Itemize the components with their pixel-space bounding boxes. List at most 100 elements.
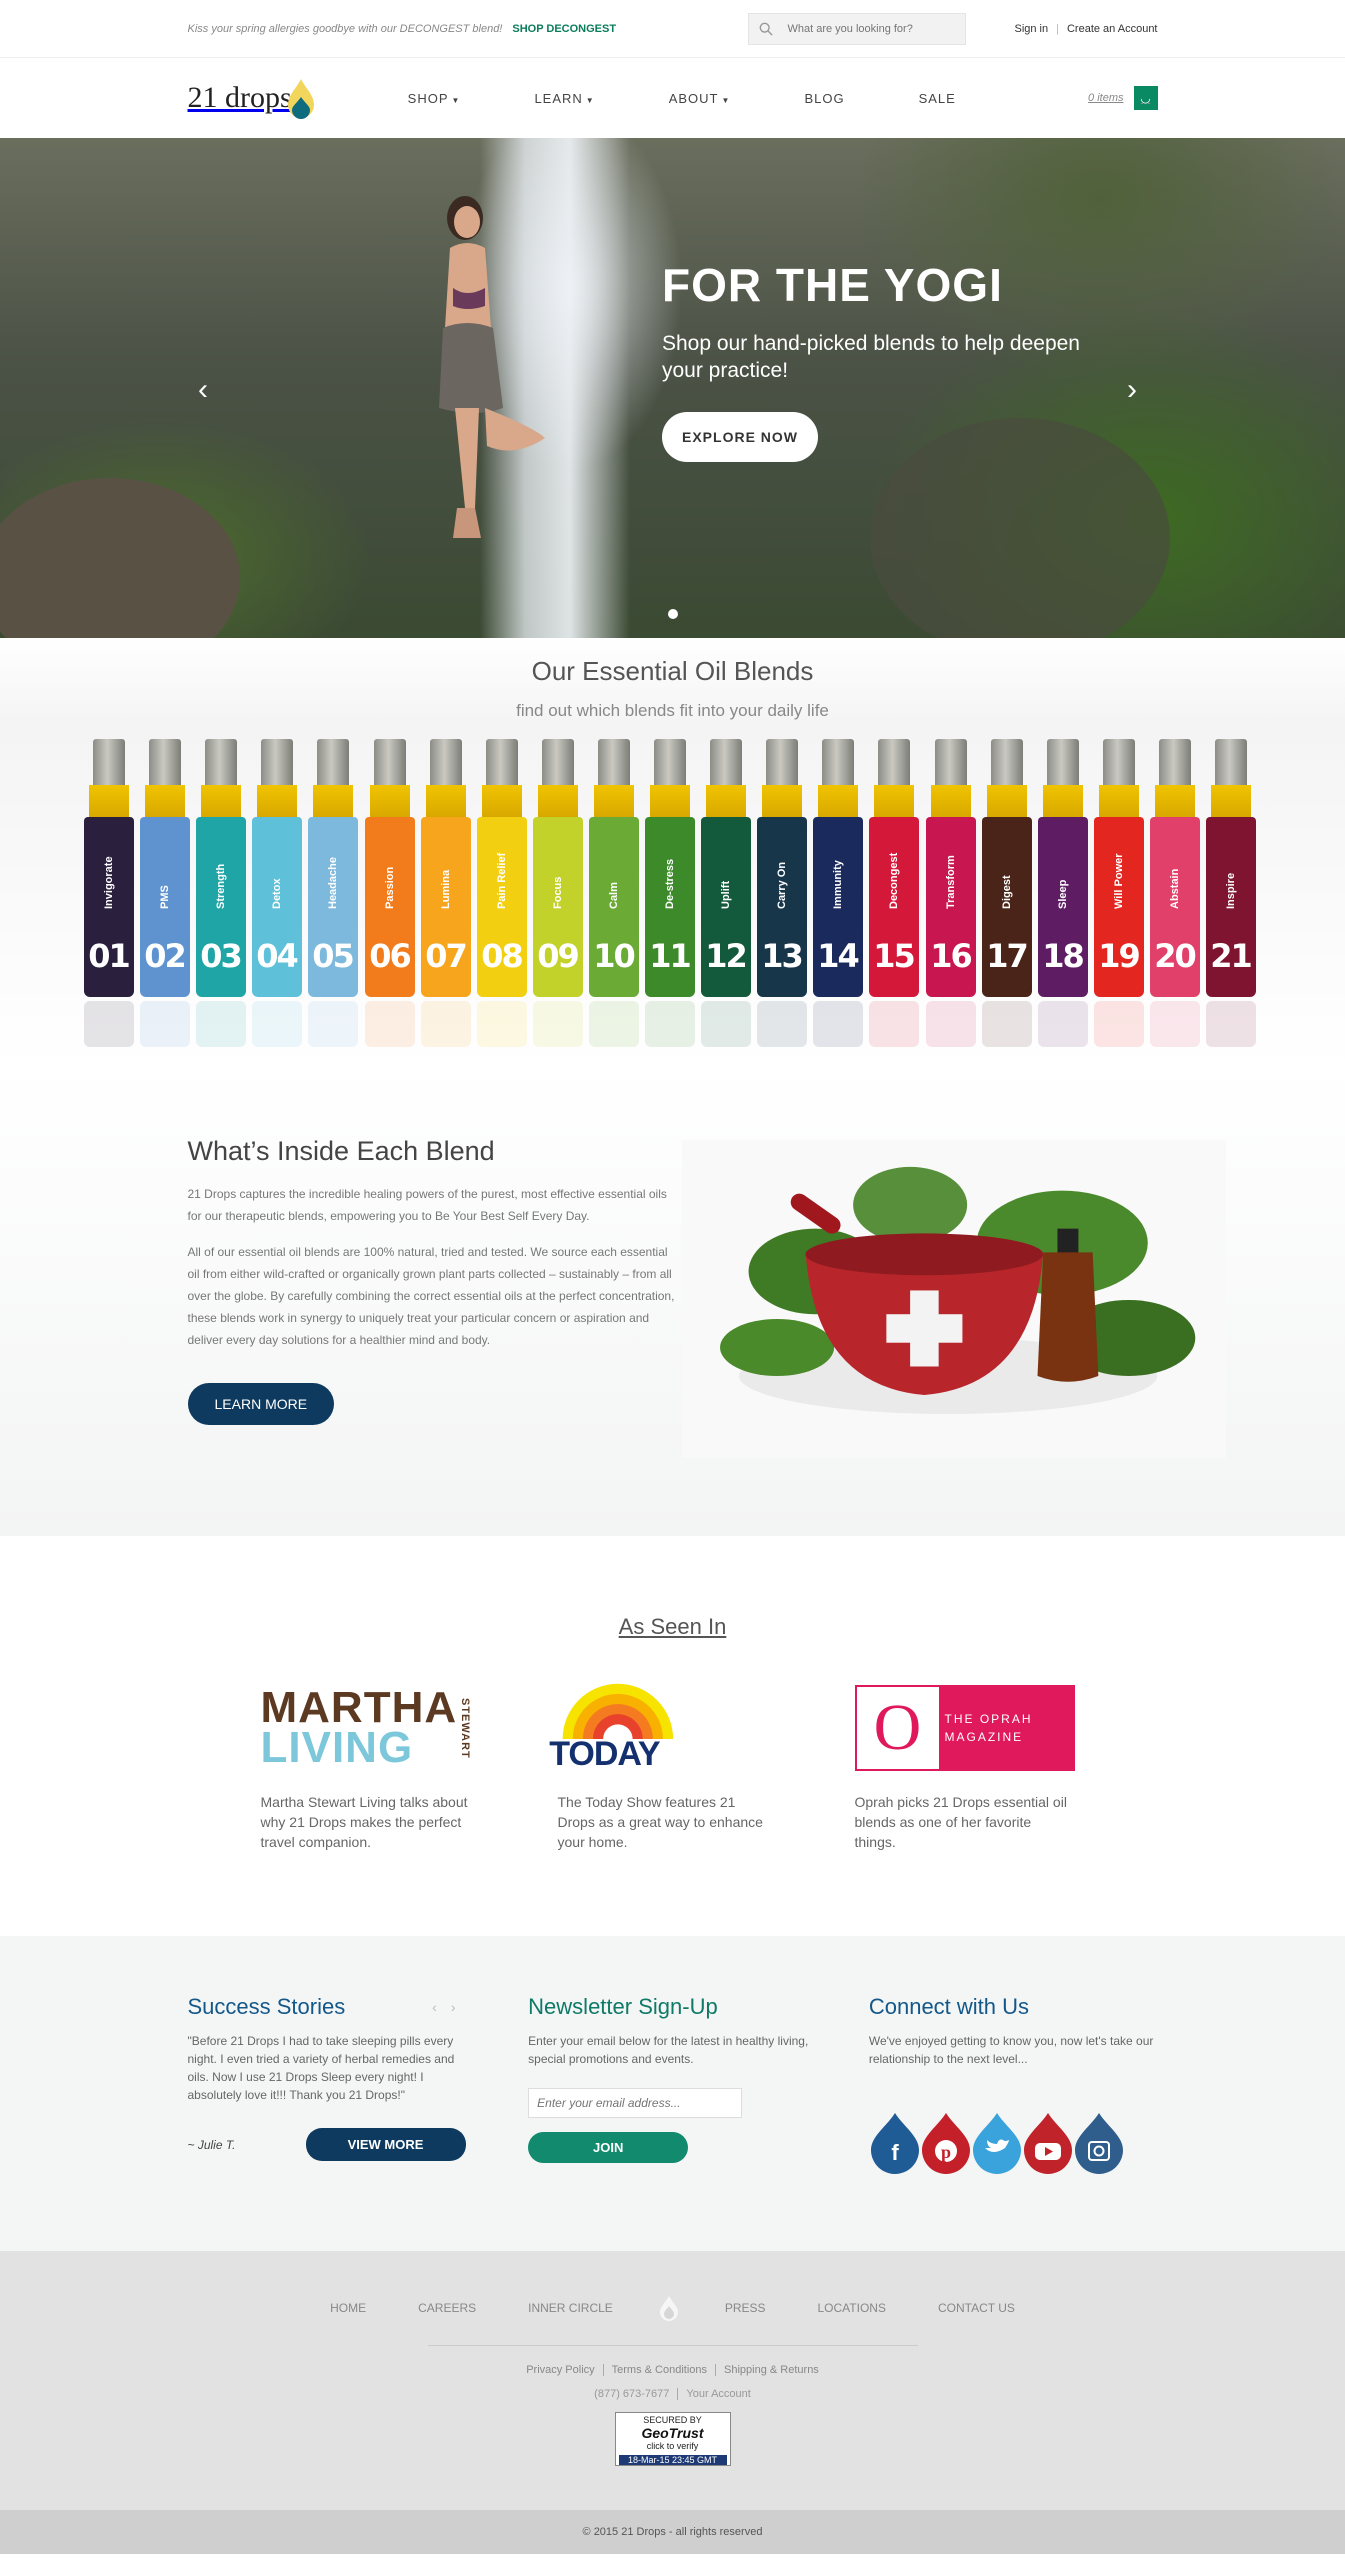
blend-bottle[interactable]: Detox 04: [251, 739, 302, 1049]
blend-bottle[interactable]: Headache 05: [307, 739, 358, 1049]
nav-blog[interactable]: BLOG: [804, 91, 844, 106]
cart-count: 0 items: [1088, 92, 1124, 104]
twitter-icon[interactable]: [971, 2112, 1023, 2174]
create-account-link[interactable]: Create an Account: [1067, 23, 1158, 35]
bottle-oil: [200, 785, 241, 817]
blend-bottle[interactable]: Focus 09: [532, 739, 583, 1049]
footer-link-inner-circle[interactable]: INNER CIRCLE: [528, 2301, 613, 2315]
blend-bottle[interactable]: Digest 17: [981, 739, 1032, 1049]
your-account-link[interactable]: Your Account: [677, 2388, 759, 2400]
press-caption: Oprah picks 21 Drops essential oil blend…: [854, 1794, 1067, 1850]
blend-bottle[interactable]: Immunity 14: [812, 739, 863, 1049]
geotrust-badge[interactable]: SECURED BY GeoTrust click to verify 18-M…: [614, 2412, 731, 2466]
cart-icon: ◡: [1133, 86, 1158, 110]
instagram-icon[interactable]: [1073, 2112, 1125, 2174]
footer-link-home[interactable]: HOME: [330, 2301, 366, 2315]
search-box[interactable]: [748, 13, 967, 45]
bottle-cap: [877, 739, 910, 785]
press-item: MARTHA LIVING STEWART Martha Stewart Liv…: [261, 1682, 491, 1852]
bottle-cap: [429, 739, 462, 785]
phone-link[interactable]: (877) 673-7677: [586, 2388, 677, 2400]
promo-text: Kiss your spring allergies goodbye with …: [187, 23, 503, 35]
view-more-button[interactable]: VIEW MORE: [305, 2128, 466, 2161]
martha-stewart-logo[interactable]: MARTHA LIVING STEWART: [261, 1682, 491, 1774]
svg-text:f: f: [891, 2140, 899, 2165]
blend-name: De-stress: [663, 858, 676, 909]
nav-learn[interactable]: LEARN ▼: [534, 91, 594, 106]
blend-bottle[interactable]: Uplift 12: [700, 739, 751, 1049]
newsletter-text: Enter your email below for the latest in…: [528, 2034, 809, 2066]
footer-link-press[interactable]: PRESS: [725, 2301, 766, 2315]
email-field[interactable]: [528, 2088, 743, 2118]
carousel-dot[interactable]: [667, 609, 678, 619]
newsletter-signup: Newsletter Sign-Up Enter your email belo…: [528, 1994, 817, 2174]
search-input[interactable]: [787, 23, 948, 35]
blend-number: 12: [705, 937, 748, 975]
footer-link-careers[interactable]: CAREERS: [418, 2301, 476, 2315]
learn-more-button[interactable]: LEARN MORE: [187, 1383, 335, 1425]
blend-bottle[interactable]: PMS 02: [139, 739, 190, 1049]
explore-now-button[interactable]: EXPLORE NOW: [662, 412, 819, 462]
press-caption: The Today Show features 21 Drops as a gr…: [557, 1794, 763, 1850]
blend-bottle[interactable]: Calm 10: [588, 739, 639, 1049]
nav-menu: SHOP ▼ LEARN ▼ ABOUT ▼ BLOG SALE: [408, 91, 1030, 106]
logo[interactable]: 21 drops: [188, 68, 316, 128]
bottle-reflection: [1093, 1001, 1144, 1047]
cart-link[interactable]: 0 items ◡: [1088, 86, 1158, 110]
chevron-left-icon[interactable]: ‹: [198, 373, 208, 407]
svg-text:p: p: [941, 2142, 951, 2162]
blend-bottle[interactable]: Passion 06: [364, 739, 415, 1049]
nav-about[interactable]: ABOUT ▼: [669, 91, 731, 106]
search-icon[interactable]: [759, 22, 774, 36]
as-seen-in-section: As Seen In MARTHA LIVING STEWART Martha …: [0, 1536, 1345, 1936]
bottle-cap: [373, 739, 406, 785]
youtube-icon[interactable]: [1022, 2112, 1074, 2174]
bottle-cap: [541, 739, 574, 785]
blend-bottle[interactable]: Strength 03: [195, 739, 246, 1049]
nav-sale[interactable]: SALE: [919, 91, 956, 106]
bottle-oil: [1210, 785, 1251, 817]
facebook-icon[interactable]: f: [869, 2112, 921, 2174]
blend-name: Abstain: [1168, 868, 1181, 909]
blend-bottle[interactable]: Will Power 19: [1093, 739, 1144, 1049]
privacy-policy-link[interactable]: Privacy Policy: [518, 2364, 602, 2376]
blend-name: Lumina: [439, 869, 452, 909]
footer-link-contact[interactable]: CONTACT US: [938, 2301, 1015, 2315]
chevron-left-icon[interactable]: ‹: [432, 1999, 451, 2015]
join-button[interactable]: JOIN: [528, 2132, 689, 2163]
blend-bottle[interactable]: Sleep 18: [1037, 739, 1088, 1049]
shop-decongest-link[interactable]: SHOP DECONGEST: [512, 23, 616, 35]
oprah-magazine-logo[interactable]: O THE OPRAH MAGAZINE: [854, 1682, 1085, 1774]
bottle-cap: [316, 739, 349, 785]
blend-bottle[interactable]: Decongest 15: [868, 739, 919, 1049]
chevron-right-icon[interactable]: ›: [451, 1999, 470, 2015]
pinterest-icon[interactable]: p: [920, 2112, 972, 2174]
today-show-logo[interactable]: TODAY: [549, 1682, 788, 1774]
bottle-cap: [1158, 739, 1191, 785]
social-links: f p: [869, 2112, 1158, 2174]
blend-bottle[interactable]: Inspire 21: [1205, 739, 1256, 1049]
sign-in-link[interactable]: Sign in: [1014, 23, 1048, 35]
blend-bottle[interactable]: Invigorate 01: [83, 739, 134, 1049]
blend-bottle[interactable]: De-stress 11: [644, 739, 695, 1049]
yogi-figure-image: [439, 196, 545, 538]
blend-bottle[interactable]: Transform 16: [925, 739, 976, 1049]
shipping-returns-link[interactable]: Shipping & Returns: [715, 2364, 827, 2376]
nav-shop[interactable]: SHOP ▼: [408, 91, 461, 106]
bottle-cap: [990, 739, 1023, 785]
engagement-section: Success Stories ‹› "Before 21 Drops I ha…: [0, 1936, 1345, 2251]
hero-title: FOR THE YOGI: [662, 259, 1003, 311]
blend-number: 10: [593, 937, 636, 975]
blend-bottle[interactable]: Lumina 07: [420, 739, 471, 1049]
chevron-right-icon[interactable]: ›: [1127, 373, 1137, 407]
success-stories-title: Success Stories: [187, 1994, 346, 2019]
blends-title: Our Essential Oil Blends: [531, 656, 814, 686]
footer-link-locations[interactable]: LOCATIONS: [818, 2301, 886, 2315]
bottle-cap: [709, 739, 742, 785]
blend-bottle[interactable]: Pain Relief 08: [476, 739, 527, 1049]
blend-name: Transform: [944, 855, 957, 909]
blend-bottle[interactable]: Carry On 13: [756, 739, 807, 1049]
terms-link[interactable]: Terms & Conditions: [602, 2364, 716, 2376]
hero-banner: FOR THE YOGI Shop our hand-picked blends…: [0, 138, 1345, 638]
blend-bottle[interactable]: Abstain 20: [1149, 739, 1200, 1049]
